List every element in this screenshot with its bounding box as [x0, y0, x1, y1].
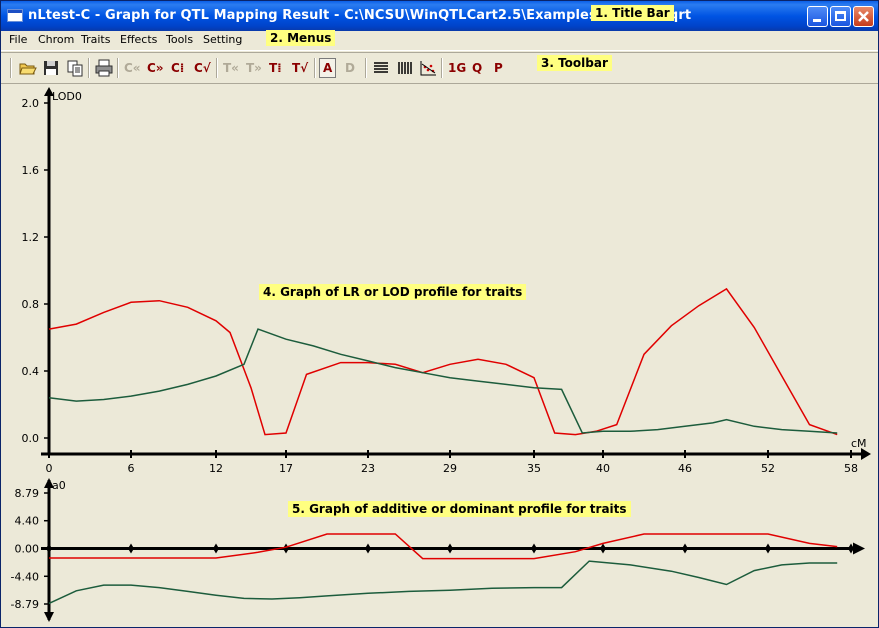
effect-x-tick	[600, 543, 606, 554]
menu-effects[interactable]: Effects	[120, 33, 157, 46]
additive-effect-button[interactable]: A	[319, 58, 337, 78]
chrom-next-button[interactable]: C»	[147, 59, 164, 77]
lod-x-axis-label: cM	[851, 437, 867, 450]
effect-y-tick-label: 0.00	[15, 543, 40, 556]
effect-x-tick	[283, 543, 289, 554]
effect-x-tick	[128, 543, 134, 554]
effect-series-line-1	[49, 533, 838, 560]
toolbar-separator	[88, 58, 90, 78]
effect-y-axis-arrow-down	[44, 612, 54, 622]
toolbar-separator	[314, 58, 316, 78]
lod-x-tick-label: 35	[527, 462, 541, 475]
effect-x-tick	[213, 543, 219, 554]
lod-x-tick-label: 23	[361, 462, 375, 475]
lod-series-line-1	[48, 287, 838, 436]
effect-y-tick-label: 8.79	[15, 487, 40, 500]
toolbar-separator	[216, 58, 218, 78]
annotation-lod-graph: 4. Graph of LR or LOD profile for traits	[259, 284, 527, 300]
trait-next-button[interactable]: T»	[246, 59, 262, 77]
effect-series-line-2	[48, 560, 838, 605]
maximize-button[interactable]	[830, 6, 851, 27]
menu-tools[interactable]: Tools	[166, 33, 193, 46]
rows-icon[interactable]	[373, 59, 389, 77]
lod-y-axis-label: LOD0	[52, 90, 82, 103]
close-icon	[858, 11, 869, 22]
effect-y-tick-label: 4.40	[15, 515, 40, 528]
lod-x-tick-label: 52	[761, 462, 775, 475]
effect-x-tick	[531, 543, 537, 554]
effect-x-tick	[365, 543, 371, 554]
effect-x-tick	[46, 543, 52, 554]
effect-y-tick-label: -4.40	[11, 570, 39, 583]
open-folder-icon[interactable]	[19, 59, 37, 77]
lod-y-tick-label: 0.0	[22, 432, 40, 445]
toolbar: C« C» C⁞ C√ T« T» T⁞ T√ A D 1G Q P 3. To…	[1, 52, 878, 84]
trait-check-button[interactable]: T√	[292, 59, 308, 77]
lod-x-tick-label: 17	[279, 462, 293, 475]
toolbar-separator	[10, 58, 12, 78]
graph-area[interactable]: 2.0 1.6 1.2 0.8 0.4 0.0 LOD0 cM 0 6 12 17 23 29 35 40 46…	[1, 84, 878, 627]
effect-x-axis-arrow	[853, 542, 865, 555]
annotation-toolbar: 3. Toolbar	[537, 55, 612, 71]
annotation-title-bar: 1. Title Bar	[591, 5, 674, 21]
toolbar-separator	[441, 58, 443, 78]
lod-y-tick-label: 2.0	[22, 97, 40, 110]
dominant-effect-button[interactable]: D	[345, 59, 355, 77]
toolbar-separator	[117, 58, 119, 78]
menu-chrom[interactable]: Chrom	[38, 33, 74, 46]
save-icon[interactable]	[43, 59, 59, 77]
trait-select-button[interactable]: T⁞	[269, 59, 282, 77]
lod-y-tick-label: 1.2	[22, 231, 40, 244]
lod-y-tick-label: 0.8	[22, 298, 40, 311]
menu-setting[interactable]: Setting	[203, 33, 242, 46]
lod-y-tick-label: 1.6	[22, 164, 40, 177]
lod-x-tick-label: 46	[678, 462, 692, 475]
minimize-button[interactable]	[807, 6, 828, 27]
title-bar[interactable]: nLtest-C - Graph for QTL Mapping Result …	[1, 1, 878, 31]
lod-x-tick-label: 29	[443, 462, 457, 475]
chrom-select-button[interactable]: C⁞	[171, 59, 184, 77]
effect-x-tick	[682, 543, 688, 554]
lod-y-tick-label: 0.4	[22, 365, 40, 378]
menu-file[interactable]: File	[9, 33, 27, 46]
application-window: nLtest-C - Graph for QTL Mapping Result …	[0, 0, 879, 628]
effect-y-axis-label: a0	[52, 479, 66, 492]
effect-x-tick	[447, 543, 453, 554]
toolbar-separator	[365, 58, 367, 78]
menu-traits[interactable]: Traits	[81, 33, 110, 46]
trait-first-button[interactable]: T«	[223, 59, 239, 77]
permutation-button[interactable]: P	[494, 59, 503, 77]
lod-x-tick-label: 12	[209, 462, 223, 475]
copy-icon[interactable]	[67, 59, 83, 77]
close-button[interactable]	[853, 6, 874, 27]
effect-y-tick-label: -8.79	[11, 598, 39, 611]
minimize-icon	[813, 19, 821, 22]
app-icon	[7, 9, 23, 22]
lod-series-line-2	[48, 328, 838, 434]
lod-x-tick-label: 40	[596, 462, 610, 475]
lod-x-tick-label: 6	[128, 462, 135, 475]
scatter-icon[interactable]	[419, 59, 437, 77]
print-icon[interactable]	[95, 59, 113, 77]
one-graph-button[interactable]: 1G	[448, 59, 466, 77]
annotation-effect-graph: 5. Graph of additive or dominant profile…	[288, 501, 631, 517]
lod-x-tick-label: 0	[46, 462, 53, 475]
qtl-graph: 2.0 1.6 1.2 0.8 0.4 0.0 LOD0 cM 0 6 12 17 23 29 35 40 46…	[11, 87, 871, 622]
lod-x-tick-label: 58	[844, 462, 858, 475]
columns-icon[interactable]	[397, 59, 413, 77]
effect-x-tick	[765, 543, 771, 554]
menu-bar: File Chrom Traits Effects Tools Setting …	[1, 30, 878, 51]
annotation-menus: 2. Menus	[266, 30, 336, 46]
qtl-button[interactable]: Q	[472, 59, 482, 77]
chrom-check-button[interactable]: C√	[194, 59, 211, 77]
maximize-icon	[835, 11, 846, 21]
chrom-first-button[interactable]: C«	[124, 59, 141, 77]
